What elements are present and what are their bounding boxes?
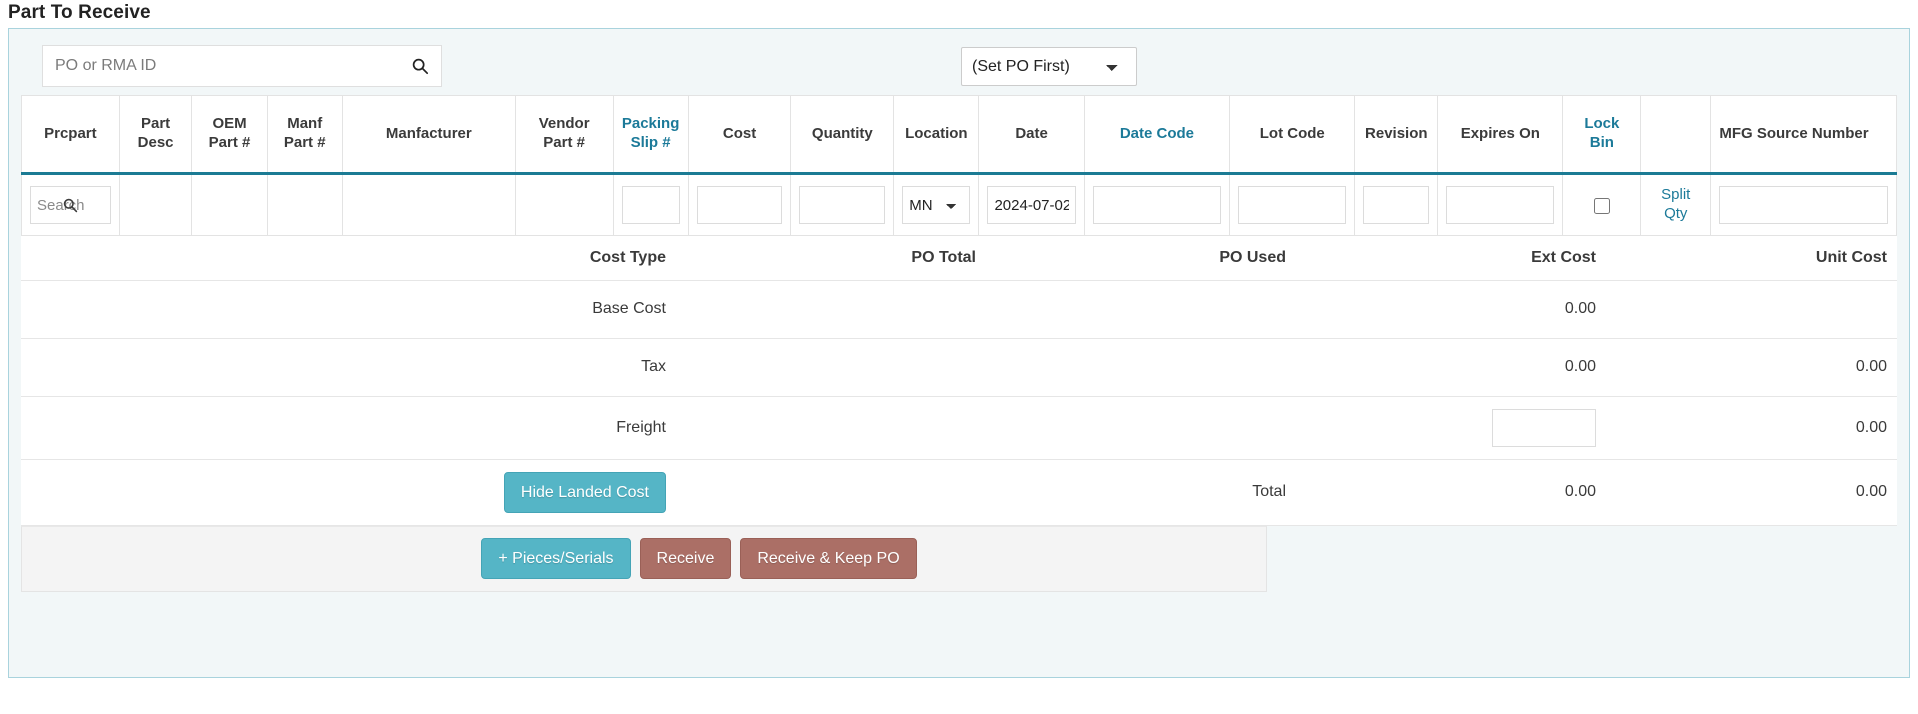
- lot-code-input[interactable]: [1238, 186, 1346, 224]
- date-code-input[interactable]: [1093, 186, 1221, 224]
- ext-cost-value: 0.00: [1296, 280, 1606, 338]
- col-oem-part-number[interactable]: OEM Part #: [192, 96, 267, 174]
- part-table-header-row: Prcpart Part Desc OEM Part # Manf Part #…: [22, 96, 1897, 174]
- action-footer: + Pieces/Serials Receive Receive & Keep …: [21, 526, 1267, 592]
- col-packing-slip-number[interactable]: Packing Slip #: [613, 96, 688, 174]
- quantity-input[interactable]: [799, 186, 885, 224]
- cost-input[interactable]: [697, 186, 783, 224]
- cell-lock-bin: [1563, 174, 1641, 236]
- po-used-value: [986, 338, 1296, 396]
- cost-col-unit-cost: Unit Cost: [1606, 236, 1897, 280]
- col-quantity[interactable]: Quantity: [791, 96, 894, 174]
- po-total-value: [676, 280, 986, 338]
- cost-row-total: Hide Landed Cost Total 0.00 0.00: [21, 459, 1897, 525]
- receive-button[interactable]: Receive: [640, 538, 732, 579]
- cell-split-qty: Split Qty: [1641, 174, 1711, 236]
- col-revision[interactable]: Revision: [1355, 96, 1438, 174]
- page-title: Part To Receive: [8, 2, 151, 24]
- col-lot-code[interactable]: Lot Code: [1230, 96, 1355, 174]
- col-date[interactable]: Date: [979, 96, 1084, 174]
- cell-mfg-source-number: [1711, 174, 1897, 236]
- col-manf-part-number[interactable]: Manf Part #: [267, 96, 342, 174]
- cost-table-header-row: Cost Type PO Total PO Used Ext Cost Unit…: [21, 236, 1897, 280]
- search-row: (Set PO First): [9, 29, 1909, 95]
- hide-landed-cost-button[interactable]: Hide Landed Cost: [504, 472, 666, 513]
- add-pieces-serials-button[interactable]: + Pieces/Serials: [481, 538, 630, 579]
- cost-row-base-cost: Base Cost 0.00: [21, 280, 1897, 338]
- cost-row-tax: Tax 0.00 0.00: [21, 338, 1897, 396]
- cost-type-label: Base Cost: [21, 280, 676, 338]
- cell-lot-code: [1230, 174, 1355, 236]
- col-part-desc[interactable]: Part Desc: [119, 96, 192, 174]
- cell-cost: [688, 174, 791, 236]
- prcpart-search-input[interactable]: [30, 186, 111, 224]
- col-date-code[interactable]: Date Code: [1084, 96, 1229, 174]
- po-total-value: [676, 338, 986, 396]
- location-select[interactable]: MN: [902, 186, 970, 224]
- col-spacer: [1641, 96, 1711, 174]
- col-prcpart[interactable]: Prcpart: [22, 96, 120, 174]
- po-total-value: [676, 396, 986, 459]
- cost-col-cost-type: Cost Type: [21, 236, 676, 280]
- col-mfg-source-number[interactable]: MFG Source Number: [1711, 96, 1897, 174]
- col-vendor-part-number[interactable]: Vendor Part #: [515, 96, 613, 174]
- cell-part-desc: [119, 174, 192, 236]
- receiving-screen: Part To Receive (Set PO First): [0, 0, 1918, 714]
- cost-row-freight: Freight 0.00: [21, 396, 1897, 459]
- lock-bin-checkbox[interactable]: [1594, 198, 1610, 214]
- split-qty-link[interactable]: Split Qty: [1649, 186, 1702, 224]
- cell-vendor-part-number: [515, 174, 613, 236]
- po-rma-search-wrapper: [42, 45, 442, 87]
- ext-cost-value: 0.00: [1296, 338, 1606, 396]
- cell-date-code: [1084, 174, 1229, 236]
- total-label: Total: [986, 459, 1296, 525]
- cost-col-po-total: PO Total: [676, 236, 986, 280]
- cell-location: MN: [894, 174, 979, 236]
- cost-type-label: Tax: [21, 338, 676, 396]
- unit-cost-value: 0.00: [1606, 396, 1897, 459]
- mfg-source-number-input[interactable]: [1719, 186, 1888, 224]
- col-cost[interactable]: Cost: [688, 96, 791, 174]
- cell-manufacturer: [342, 174, 515, 236]
- freight-input[interactable]: [1492, 409, 1596, 447]
- cost-type-label: Freight: [21, 396, 676, 459]
- cell-oem-part-number: [192, 174, 267, 236]
- date-input[interactable]: [987, 186, 1075, 224]
- cell-hide-landed-cost: Hide Landed Cost: [21, 459, 676, 525]
- part-table-input-row: MN: [22, 174, 1897, 236]
- cell-revision: [1355, 174, 1438, 236]
- col-expires-on[interactable]: Expires On: [1438, 96, 1563, 174]
- total-ext-cost-value: 0.00: [1296, 459, 1606, 525]
- total-unit-cost-value: 0.00: [1606, 459, 1897, 525]
- cell-manf-part-number: [267, 174, 342, 236]
- landed-cost-table: Cost Type PO Total PO Used Ext Cost Unit…: [21, 236, 1897, 526]
- col-manufacturer[interactable]: Manfacturer: [342, 96, 515, 174]
- part-to-receive-table: Prcpart Part Desc OEM Part # Manf Part #…: [21, 95, 1897, 236]
- part-to-receive-panel: (Set PO First) Prcpart Part Desc OEM Par…: [8, 28, 1910, 678]
- unit-cost-value: 0.00: [1606, 338, 1897, 396]
- packing-slip-input[interactable]: [622, 186, 680, 224]
- cell-expires-on: [1438, 174, 1563, 236]
- total-spacer: [676, 459, 986, 525]
- col-lock-bin[interactable]: Lock Bin: [1563, 96, 1641, 174]
- revision-input[interactable]: [1363, 186, 1429, 224]
- cell-prcpart: [22, 174, 120, 236]
- receive-and-keep-po-button[interactable]: Receive & Keep PO: [740, 538, 916, 579]
- po-select[interactable]: (Set PO First): [961, 47, 1137, 86]
- po-used-value: [986, 396, 1296, 459]
- po-rma-search-input[interactable]: [43, 46, 441, 86]
- po-used-value: [986, 280, 1296, 338]
- cost-col-ext-cost: Ext Cost: [1296, 236, 1606, 280]
- unit-cost-value: [1606, 280, 1897, 338]
- cell-freight-input: [1296, 396, 1606, 459]
- cell-quantity: [791, 174, 894, 236]
- cell-packing-slip-number: [613, 174, 688, 236]
- cost-col-po-used: PO Used: [986, 236, 1296, 280]
- col-location[interactable]: Location: [894, 96, 979, 174]
- expires-on-input[interactable]: [1446, 186, 1554, 224]
- cell-date: [979, 174, 1084, 236]
